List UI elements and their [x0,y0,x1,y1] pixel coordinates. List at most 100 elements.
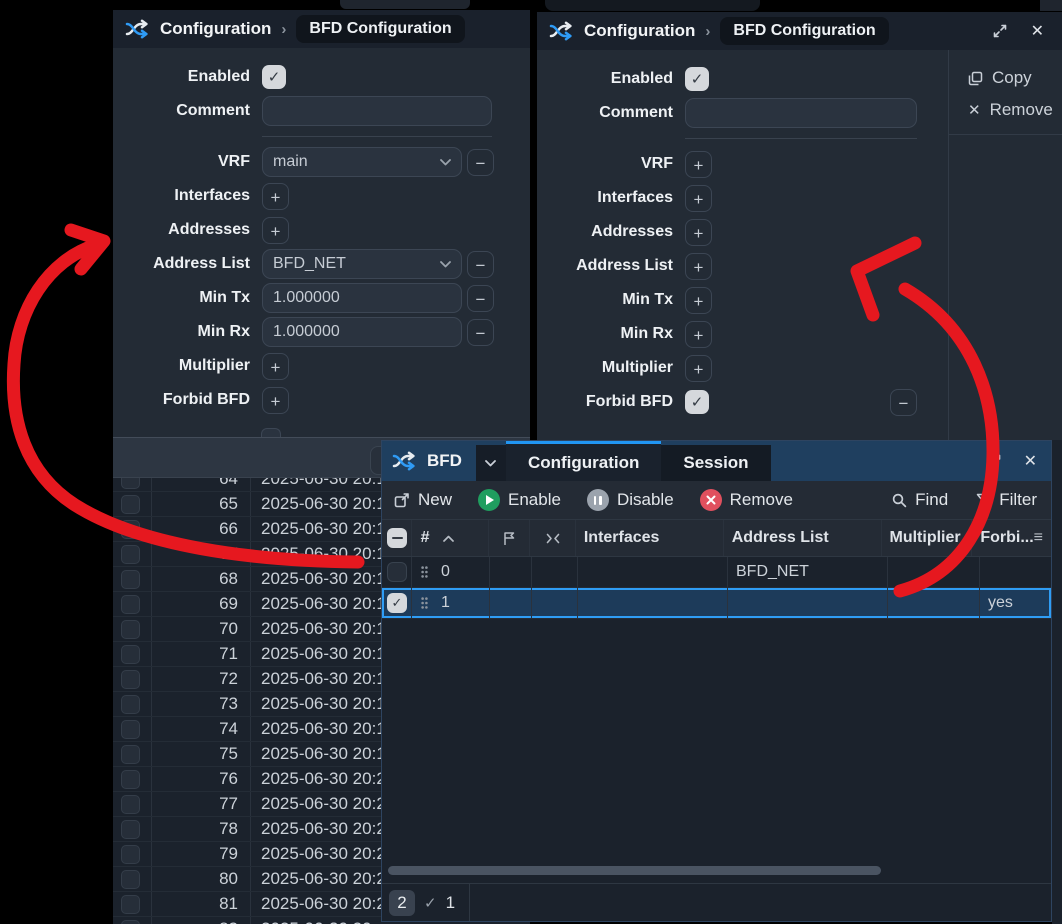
expand-icon[interactable] [987,454,1001,468]
log-row-checkbox[interactable] [121,494,140,514]
forbid-bfd-row: Forbid BFD ✓ − [537,387,917,417]
row-checkbox[interactable] [387,562,407,582]
window-menu-dropdown[interactable] [475,445,506,481]
log-row-checkbox[interactable] [121,869,140,889]
address-list-select[interactable]: BFD_NET [262,249,462,279]
column-header-multiplier[interactable]: Multiplier [882,520,973,556]
close-icon[interactable]: ✕ [1024,451,1037,471]
min-tx-remove-button[interactable]: − [467,284,494,312]
vrf-select[interactable]: main [262,147,462,177]
filter-funnel-icon [976,493,991,507]
cell-multiplier [888,588,980,618]
log-row-checkbox[interactable] [121,719,140,739]
tab-session[interactable]: Session [661,445,771,481]
new-button[interactable]: New [394,490,452,510]
log-row-checkbox[interactable] [121,794,140,814]
vrf-row: VRF + [537,149,917,179]
log-row-checkbox[interactable] [121,894,140,914]
column-header-interfaces[interactable]: Interfaces [576,520,724,556]
address-list-remove-button[interactable]: − [467,250,494,278]
horizontal-scrollbar[interactable] [382,864,1051,883]
forbid-bfd-add-button[interactable]: + [262,386,289,414]
log-row-checkbox[interactable] [121,519,140,539]
find-button[interactable]: Find [892,490,948,510]
min-tx-input[interactable] [262,283,462,313]
vrf-label: VRF [218,153,250,170]
comment-row: Comment [113,96,530,126]
chevron-down-icon [440,260,451,267]
close-icon[interactable]: ✕ [1031,21,1044,41]
indeterminate-dash-icon [391,536,403,540]
log-row-checkbox[interactable] [121,769,140,789]
address-list-add-button[interactable]: + [685,252,712,280]
expand-icon[interactable] [993,24,1007,38]
scrollbar-thumb[interactable] [388,866,881,875]
addresses-add-button[interactable]: + [685,218,712,246]
window-header[interactable]: Configuration › BFD Configuration [113,10,530,48]
log-row-checkbox-cell [113,592,152,616]
filter-button[interactable]: Filter [976,490,1037,510]
vrf-remove-button[interactable]: − [467,148,494,176]
log-row-checkbox[interactable] [121,919,140,924]
copy-button[interactable]: Copy [949,62,1062,94]
column-header-forbid[interactable]: Forbi... ≡ [972,520,1051,556]
row-checkbox[interactable]: ✓ [387,593,407,613]
column-header-flag[interactable] [489,520,531,556]
log-row-checkbox-cell [113,492,152,516]
column-menu-icon[interactable]: ≡ [1034,529,1043,547]
tab-configuration[interactable]: Configuration [505,441,662,481]
column-header-collapse[interactable] [530,520,576,556]
column-header-number[interactable]: # [412,520,489,556]
breadcrumb: BFD Configuration [720,17,889,45]
enabled-checkbox[interactable]: ✓ [685,67,709,91]
window-header[interactable]: Configuration › BFD Configuration ✕ [537,12,1062,50]
log-row-checkbox[interactable] [121,694,140,714]
vrf-add-button[interactable]: + [685,150,712,178]
log-row-checkbox-cell [113,717,152,741]
interfaces-add-button[interactable]: + [685,184,712,212]
column-header-address-list[interactable]: Address List [724,520,882,556]
enable-button[interactable]: Enable [478,489,561,511]
min-rx-add-button[interactable]: + [685,320,712,348]
remove-button[interactable]: ✕ Remove [949,94,1062,126]
multiplier-add-button[interactable]: + [262,352,289,380]
table-row-selected[interactable]: ✓ 1 yes [382,588,1051,619]
log-row-checkbox[interactable] [121,644,140,664]
comment-input[interactable] [262,96,492,126]
cell-multiplier [888,557,980,587]
status-bar: 2 ✓ 1 [382,883,1051,921]
log-row-checkbox[interactable] [121,669,140,689]
log-row-checkbox[interactable] [121,594,140,614]
drag-handle-icon[interactable] [421,566,428,578]
enabled-checkbox[interactable]: ✓ [262,65,286,89]
multiplier-label: Multiplier [178,357,250,374]
min-rx-remove-button[interactable]: − [467,318,494,346]
log-row-checkbox[interactable] [121,744,140,764]
log-row-checkbox[interactable] [121,619,140,639]
multiplier-add-button[interactable]: + [685,354,712,382]
forbid-bfd-checkbox[interactable]: ✓ [685,390,709,414]
x-circle-icon [699,489,722,511]
copy-icon [968,71,983,85]
multiplier-row: Multiplier + [113,351,530,381]
min-tx-add-button[interactable]: + [685,286,712,314]
forbid-bfd-remove-button[interactable]: − [890,388,917,416]
drag-handle-icon[interactable] [421,597,428,609]
disable-button[interactable]: Disable [586,489,674,511]
log-row-checkbox[interactable] [121,844,140,864]
address-list-value: BFD_NET [273,255,346,272]
comment-input[interactable] [685,98,917,128]
select-all-checkbox[interactable] [387,528,407,548]
log-row-checkbox[interactable] [121,819,140,839]
table-row[interactable]: 0 BFD_NET [382,557,1051,588]
min-rx-input[interactable] [262,317,462,347]
window-header[interactable]: BFD Configuration Session ✕ [382,441,1051,481]
addresses-add-button[interactable]: + [262,216,289,244]
log-row-checkbox[interactable] [121,544,140,564]
form-divider [262,136,492,137]
table-empty-area [382,619,1051,864]
collapse-columns-icon [546,533,559,543]
remove-button[interactable]: Remove [699,489,793,511]
log-row-checkbox[interactable] [121,569,140,589]
interfaces-add-button[interactable]: + [262,182,289,210]
